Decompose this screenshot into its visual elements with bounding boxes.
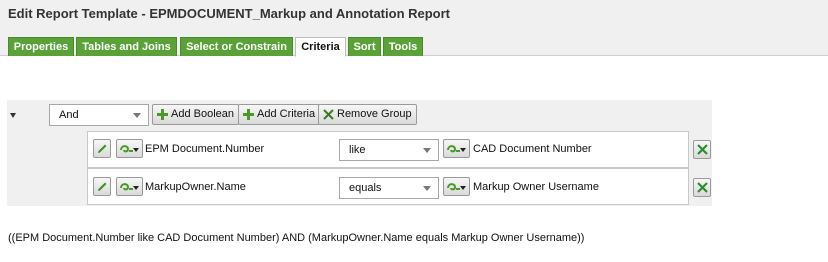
attribute-type-dropdown[interactable] bbox=[116, 177, 143, 196]
edit-criteria-button[interactable] bbox=[93, 177, 111, 196]
add-criteria-label: Add Criteria bbox=[257, 108, 316, 120]
criteria-operator-value: equals bbox=[349, 182, 382, 194]
tab-tables-and-joins[interactable]: Tables and Joins bbox=[76, 37, 177, 56]
title-bar: Edit Report Template - EPMDOCUMENT_Marku… bbox=[0, 0, 828, 32]
criteria-operator-select[interactable]: like bbox=[339, 139, 439, 161]
value-type-dropdown[interactable] bbox=[443, 177, 470, 196]
group-operator-select[interactable]: And bbox=[49, 104, 149, 126]
tab-properties[interactable]: Properties bbox=[8, 37, 74, 56]
tab-tools[interactable]: Tools bbox=[383, 37, 423, 56]
remove-group-button[interactable]: Remove Group bbox=[318, 104, 417, 125]
remove-group-label: Remove Group bbox=[337, 108, 412, 120]
x-icon bbox=[697, 144, 708, 155]
add-boolean-button[interactable]: Add Boolean bbox=[152, 104, 239, 125]
tab-criteria[interactable]: Criteria bbox=[295, 37, 346, 57]
tab-select-or-constrain[interactable]: Select or Constrain bbox=[180, 37, 293, 56]
group-operator-value: And bbox=[59, 109, 79, 121]
remove-criteria-button[interactable] bbox=[693, 140, 711, 159]
value-type-dropdown[interactable] bbox=[443, 139, 470, 158]
plus-icon bbox=[157, 109, 168, 120]
tab-bar: Properties Tables and Joins Select or Co… bbox=[0, 32, 828, 57]
chevron-down-icon bbox=[133, 113, 141, 118]
chevron-down-icon bbox=[133, 186, 139, 190]
chevron-down-icon bbox=[460, 186, 466, 190]
criteria-attribute: EPM Document.Number bbox=[145, 143, 265, 155]
criteria-expression: ((EPM Document.Number like CAD Document … bbox=[8, 232, 585, 244]
remove-criteria-button[interactable] bbox=[693, 178, 711, 197]
criteria-value: Markup Owner Username bbox=[473, 181, 599, 193]
plus-icon bbox=[243, 109, 254, 120]
x-icon bbox=[323, 109, 334, 120]
chevron-down-icon bbox=[423, 148, 431, 153]
collapse-arrow-icon[interactable] bbox=[10, 113, 16, 118]
criteria-operator-value: like bbox=[349, 144, 366, 156]
swirl-icon bbox=[447, 183, 460, 191]
criteria-operator-select[interactable]: equals bbox=[339, 177, 439, 199]
edit-criteria-button[interactable] bbox=[93, 139, 111, 158]
attribute-type-dropdown[interactable] bbox=[116, 139, 143, 158]
swirl-icon bbox=[120, 145, 133, 153]
pencil-icon bbox=[98, 144, 107, 153]
pencil-icon bbox=[98, 182, 107, 191]
page-title: Edit Report Template - EPMDOCUMENT_Marku… bbox=[8, 6, 451, 21]
swirl-icon bbox=[447, 145, 460, 153]
criteria-attribute: MarkupOwner.Name bbox=[145, 181, 246, 193]
chevron-down-icon bbox=[460, 148, 466, 152]
x-icon bbox=[697, 182, 708, 193]
tab-sort[interactable]: Sort bbox=[348, 37, 381, 56]
swirl-icon bbox=[120, 183, 133, 191]
chevron-down-icon bbox=[423, 186, 431, 191]
chevron-down-icon bbox=[133, 148, 139, 152]
criteria-value: CAD Document Number bbox=[473, 143, 592, 155]
add-boolean-label: Add Boolean bbox=[171, 108, 234, 120]
add-criteria-button[interactable]: Add Criteria bbox=[238, 104, 321, 125]
